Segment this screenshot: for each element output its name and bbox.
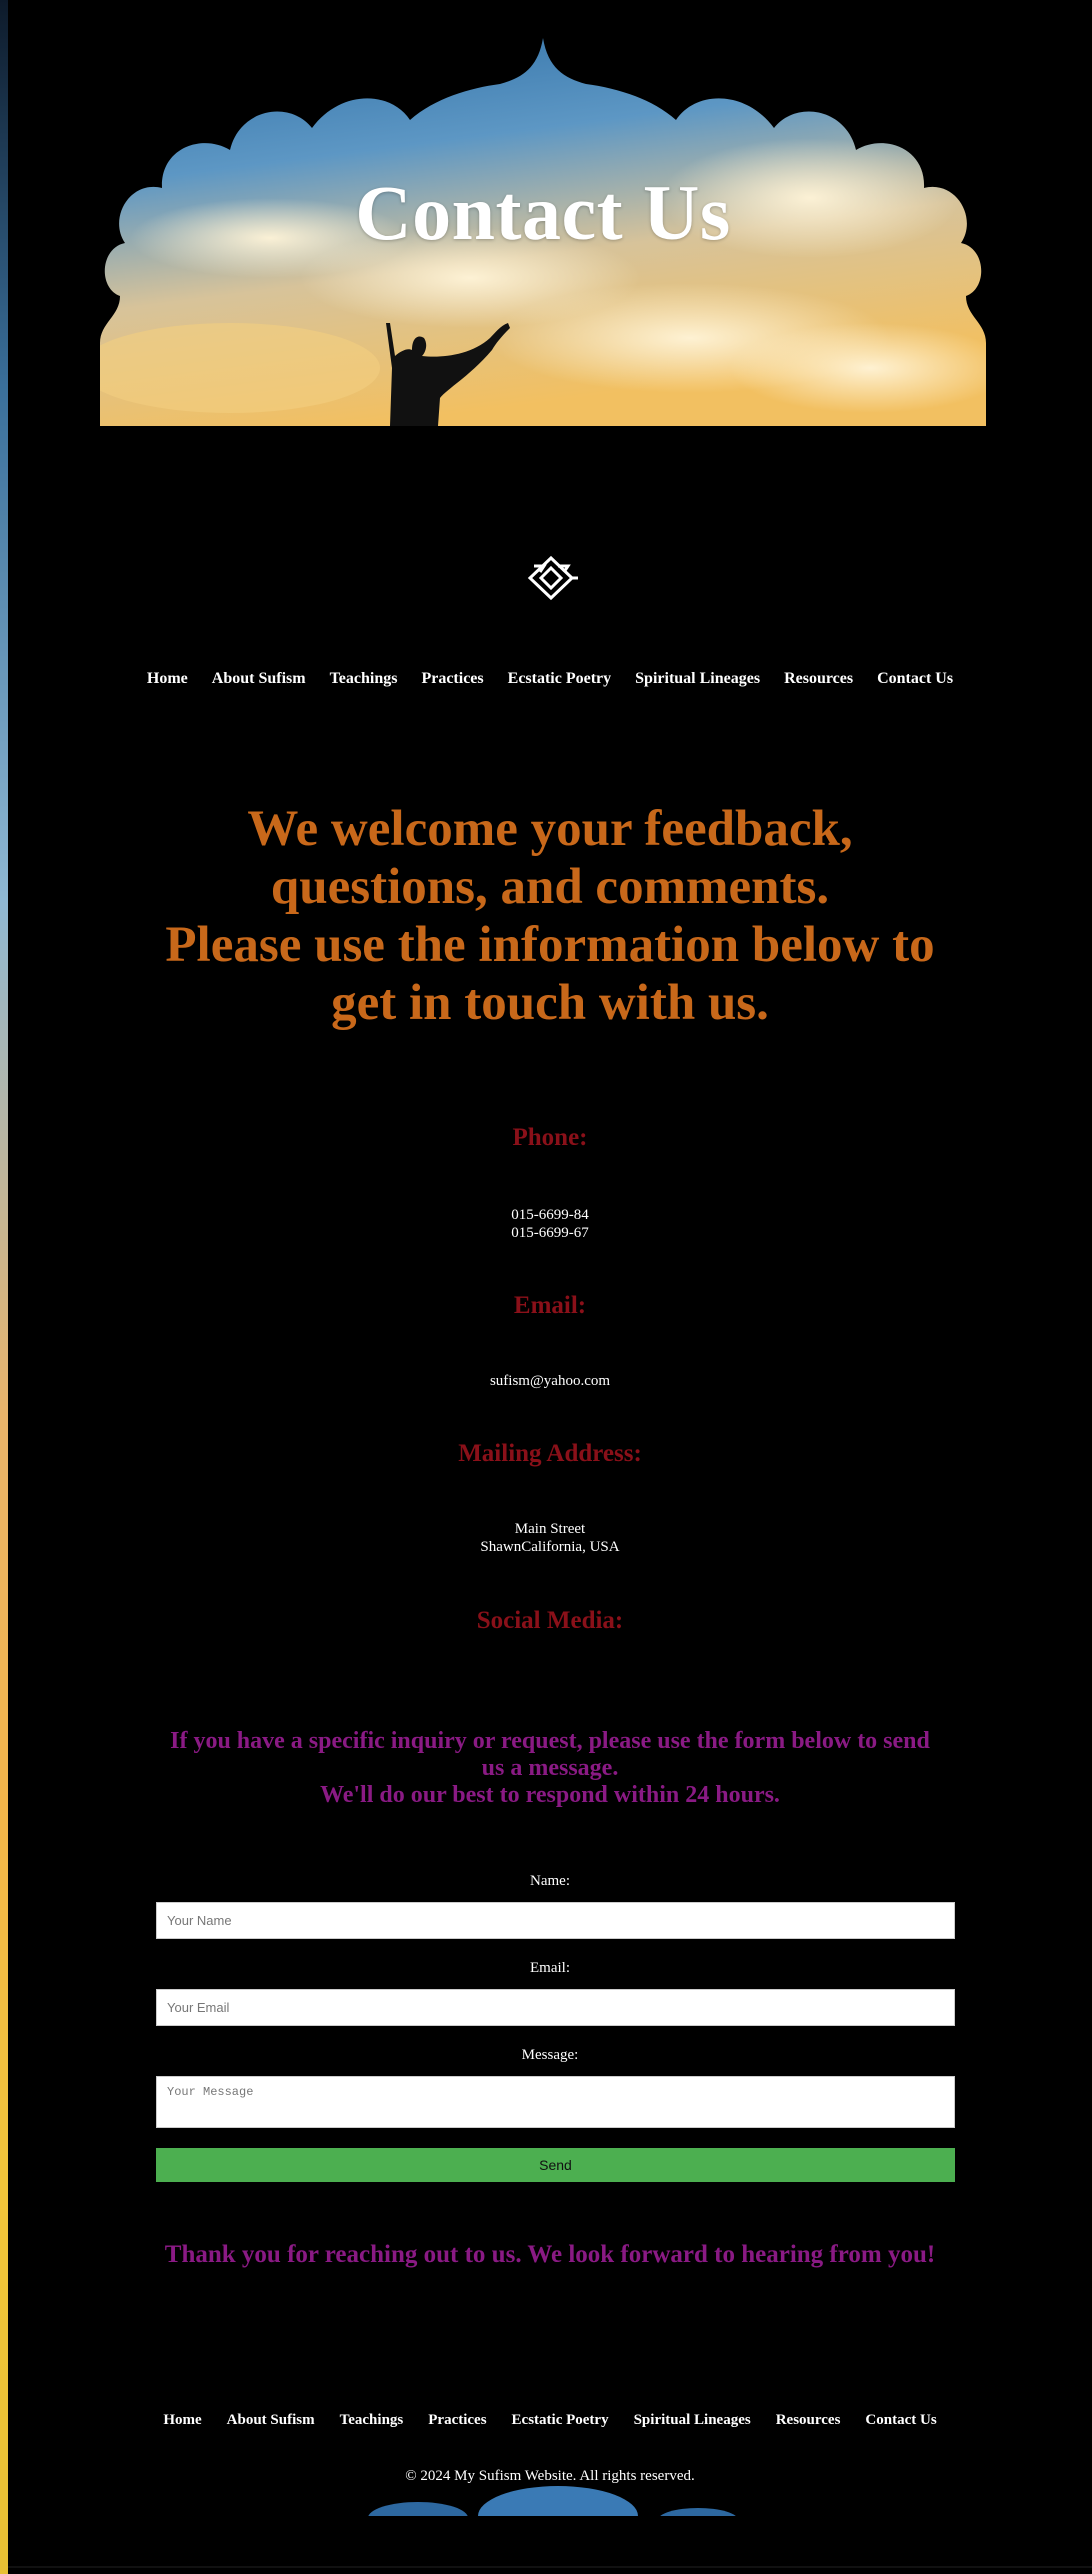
intro-line: We welcome your feedback, <box>247 801 853 857</box>
footer-nav-practices[interactable]: Practices <box>428 2412 486 2429</box>
nav-contact-us[interactable]: Contact Us <box>877 670 953 688</box>
inquiry-line: If you have a specific inquiry or reques… <box>170 1728 930 1781</box>
address-line: ShawnCalifornia, USA <box>480 1539 620 1555</box>
address-line: Main Street <box>514 1521 586 1537</box>
send-button[interactable]: Send <box>156 2148 955 2182</box>
site-logo-icon[interactable] <box>520 552 582 604</box>
nav-teachings[interactable]: Teachings <box>330 670 398 688</box>
mailing-address-heading: Mailing Address: <box>458 1440 642 1467</box>
name-label: Name: <box>530 1873 570 1889</box>
main-nav: Home About Sufism Teachings Practices Ec… <box>8 670 1092 688</box>
nav-resources[interactable]: Resources <box>784 670 853 688</box>
social-media-heading: Social Media: <box>476 1607 624 1634</box>
intro-heading: We welcome your feedback, questions, and… <box>158 800 942 1032</box>
intro-line: questions, and comments. <box>270 859 830 915</box>
email-heading: Email: <box>513 1292 587 1319</box>
footer-nav-contact-us[interactable]: Contact Us <box>865 2412 936 2429</box>
nav-practices[interactable]: Practices <box>421 670 483 688</box>
nav-spiritual-lineages[interactable]: Spiritual Lineages <box>635 670 760 688</box>
phone-values: 015-6699-84 015-6699-67 <box>8 1206 1092 1242</box>
mailing-address-values: Main Street ShawnCalifornia, USA <box>8 1520 1092 1556</box>
hero-banner: Contact Us <box>90 38 996 426</box>
phone-heading: Phone: <box>512 1124 588 1151</box>
copyright-text: © 2024 My Sufism Website. All rights res… <box>405 2468 695 2484</box>
message-textarea[interactable]: Your Message <box>156 2076 955 2128</box>
footer-nav-resources[interactable]: Resources <box>776 2412 841 2429</box>
page: Contact Us Home About Sufism Teachings P… <box>8 0 1092 2574</box>
bottom-divider <box>8 2566 1092 2568</box>
inquiry-line: We'll do our best to respond within 24 h… <box>320 1782 780 1808</box>
nav-home[interactable]: Home <box>147 670 188 688</box>
footer-nav: Home About Sufism Teachings Practices Ec… <box>8 2412 1092 2429</box>
phone-number: 015-6699-67 <box>511 1225 589 1241</box>
email-input[interactable]: Your Email <box>156 1989 955 2026</box>
page-title: Contact Us <box>355 169 731 256</box>
inquiry-text: If you have a specific inquiry or reques… <box>158 1728 942 1809</box>
email-value[interactable]: sufism@yahoo.com <box>8 1372 1092 1390</box>
intro-line: Please use the information below to <box>165 917 935 973</box>
nav-about-sufism[interactable]: About Sufism <box>212 670 306 688</box>
footer-nav-home[interactable]: Home <box>163 2412 201 2429</box>
left-decor-strip <box>0 0 8 2574</box>
footer-nav-spiritual-lineages[interactable]: Spiritual Lineages <box>634 2412 751 2429</box>
footer-nav-teachings[interactable]: Teachings <box>340 2412 404 2429</box>
email-label: Email: <box>530 1960 570 1976</box>
footer-nav-about-sufism[interactable]: About Sufism <box>227 2412 315 2429</box>
phone-number: 015-6699-84 <box>511 1207 589 1223</box>
thank-you-text: Thank you for reaching out to us. We loo… <box>164 2241 936 2268</box>
footer-nav-ecstatic-poetry[interactable]: Ecstatic Poetry <box>512 2412 609 2429</box>
name-input[interactable]: Your Name <box>156 1902 955 1939</box>
message-label: Message: <box>521 2047 579 2063</box>
intro-line: get in touch with us. <box>331 975 769 1031</box>
nav-ecstatic-poetry[interactable]: Ecstatic Poetry <box>508 670 612 688</box>
